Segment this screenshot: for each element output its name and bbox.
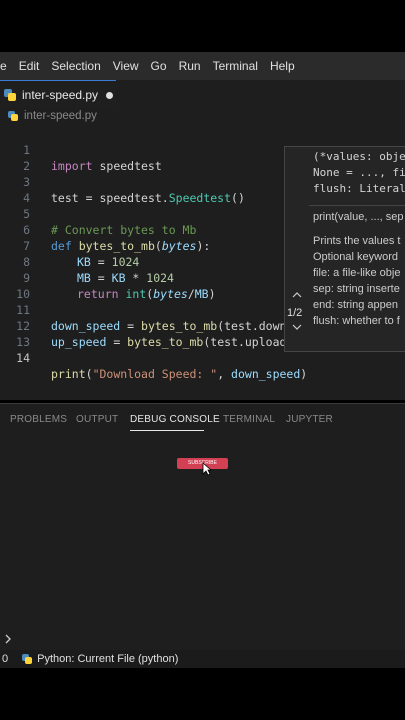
chevron-up-icon[interactable]: [292, 291, 302, 302]
status-problems-count[interactable]: 0: [2, 653, 8, 665]
chevron-right-icon[interactable]: [4, 632, 12, 647]
tab-terminal[interactable]: TERMINAL: [223, 414, 275, 425]
tab-label: inter-speed.py: [22, 88, 99, 102]
popup-nav: 1/2: [285, 147, 309, 351]
bottom-panel: PROBLEMS OUTPUT DEBUG CONSOLE TERMINAL J…: [0, 404, 405, 650]
chevron-down-icon[interactable]: [292, 323, 302, 334]
bottom-letterbox: [0, 668, 405, 720]
breadcrumb-file[interactable]: inter-speed.py: [24, 110, 97, 122]
menu-bar: e Edit Selection View Go Run Terminal He…: [0, 52, 405, 80]
menu-run[interactable]: Run: [173, 59, 207, 73]
menu-file[interactable]: e: [0, 59, 13, 73]
breadcrumb[interactable]: inter-speed.py: [8, 110, 97, 122]
python-file-icon: [4, 89, 16, 101]
doc-line: file: a file-like obje: [313, 267, 401, 279]
code-string: "Download Speed: ": [92, 367, 218, 381]
python-icon: [22, 654, 33, 664]
doc-line: flush: whether to f: [313, 315, 400, 327]
signature-line: flush: Literal: [313, 182, 405, 195]
code-token: ,: [217, 367, 232, 381]
signature-line: (*values: obje: [313, 150, 405, 163]
tab-debug-console[interactable]: DEBUG CONSOLE: [130, 414, 220, 425]
status-interpreter[interactable]: Python: Current File (python): [22, 653, 178, 665]
mouse-cursor-icon: [202, 462, 213, 476]
menu-terminal[interactable]: Terminal: [207, 59, 264, 73]
doc-line: Optional keyword: [313, 251, 398, 263]
signature-help-popup[interactable]: (*values: obje None = ..., fi flush: Lit…: [284, 146, 405, 352]
unsaved-dot-icon[interactable]: [106, 91, 114, 99]
popup-divider: [309, 205, 405, 206]
doc-line: sep: string inserte: [313, 283, 400, 295]
overload-counter: 1/2: [287, 307, 303, 319]
editor-tab-bar: inter-speed.py: [0, 80, 405, 109]
tab-output[interactable]: OUTPUT: [76, 414, 118, 425]
status-bar: 0 Python: Current File (python): [0, 650, 405, 668]
status-interpreter-label: Python: Current File (python): [37, 653, 179, 665]
doc-line: Prints the values t: [313, 235, 401, 247]
signature-line: None = ..., fi: [313, 166, 405, 179]
doc-line: print(value, ..., sep: [313, 211, 404, 223]
line-number: 14: [16, 351, 30, 365]
tab-problems[interactable]: PROBLEMS: [10, 414, 67, 425]
menu-help[interactable]: Help: [264, 59, 301, 73]
editor-tab-inter-speed[interactable]: inter-speed.py: [0, 80, 116, 109]
code-token: ): [300, 367, 308, 381]
code-line: 1 import speedtest: [0, 126, 405, 173]
menu-edit[interactable]: Edit: [13, 59, 46, 73]
active-tab-indicator: [130, 430, 204, 431]
tab-jupyter[interactable]: JUPYTER: [286, 414, 333, 425]
code-token: (: [85, 367, 93, 381]
code-token: print: [51, 367, 86, 381]
menu-go[interactable]: Go: [145, 59, 173, 73]
top-letterbox: [0, 0, 405, 52]
code-token: down_speed: [231, 367, 301, 381]
menu-selection[interactable]: Selection: [45, 59, 106, 73]
menu-view[interactable]: View: [107, 59, 145, 73]
doc-line: end: string appen: [313, 299, 399, 311]
python-file-icon: [8, 111, 18, 121]
